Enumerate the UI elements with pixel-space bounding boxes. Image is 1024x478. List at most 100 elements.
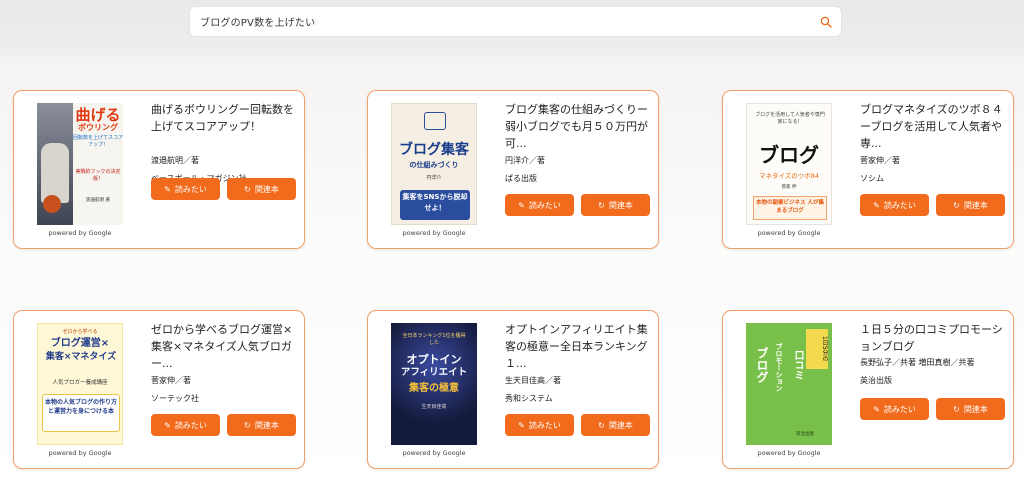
want-to-read-button[interactable]: ✎ 読みたい — [505, 194, 574, 216]
book-publisher: 秀和システム — [505, 394, 553, 403]
book-card: ブログを活用して人気者や専門家になる！ ブログ マネタイズのツボ84 菅家 伸 … — [722, 90, 1014, 249]
related-books-button[interactable]: ↻ 関連本 — [581, 194, 650, 216]
want-to-read-label: 読みたい — [528, 200, 561, 210]
search-input[interactable]: ブログのPV数を上げたい — [190, 7, 841, 36]
book-title[interactable]: オプトインアフィリエイト集客の極意ー全日本ランキング１... — [505, 321, 653, 373]
edit-icon: ✎ — [518, 200, 525, 210]
want-to-read-button[interactable]: ✎ 読みたい — [151, 414, 220, 436]
book-author: 円洋介／著 — [505, 156, 545, 165]
cover-author: 生天目佳高 — [421, 404, 447, 410]
want-to-read-label: 読みたい — [883, 200, 916, 210]
search-icon[interactable] — [811, 7, 841, 36]
book-author: 菅家伸／著 — [151, 376, 191, 385]
cover-headline: ボウリング — [78, 123, 118, 132]
refresh-icon: ↻ — [953, 404, 960, 414]
related-books-button[interactable]: ↻ 関連本 — [581, 414, 650, 436]
want-to-read-label: 読みたい — [883, 404, 916, 414]
cover-headline: の仕組みづくり — [409, 161, 459, 169]
edit-icon: ✎ — [518, 420, 525, 430]
want-to-read-label: 読みたい — [174, 420, 207, 430]
want-to-read-button[interactable]: ✎ 読みたい — [860, 398, 929, 420]
powered-by-google: powered by Google — [757, 229, 821, 237]
book-card: ゼロから学べる ブログ運営× 集客×マネタイズ 人気ブロガー養成講座 本物の人気… — [13, 310, 305, 469]
refresh-icon: ↻ — [598, 200, 605, 210]
cover-headline: アフィリエイト — [400, 367, 468, 378]
cover-headline: ブログ — [759, 143, 819, 167]
cover-subtitle: 人気ブロガー養成講座 — [52, 380, 108, 386]
cover-kicker: ゼロから学べる — [62, 329, 98, 335]
cover-headline: 集客×マネタイズ — [45, 352, 117, 362]
book-cover[interactable]: ブログを活用して人気者や専門家になる！ ブログ マネタイズのツボ84 菅家 伸 … — [745, 103, 833, 237]
related-books-label: 関連本 — [963, 200, 988, 210]
cover-subtitle: ブログを活用して人気者や専門家になる！ — [755, 112, 825, 125]
want-to-read-label: 読みたい — [528, 420, 561, 430]
book-publisher: ソシム — [860, 174, 884, 183]
book-publisher: 英治出版 — [860, 376, 892, 385]
cover-tagline: 本物の人気ブログの作り方と運営力を身につける本 — [44, 399, 117, 415]
cover-tagline: 本物の副業ビジネス 人が集まるブログ — [756, 200, 824, 214]
cover-author: 円洋介 — [426, 175, 442, 181]
want-to-read-button[interactable]: ✎ 読みたい — [860, 194, 929, 216]
book-title[interactable]: 曲げるボウリングー回転数を上げてスコアアップ！ — [151, 101, 299, 153]
edit-icon: ✎ — [164, 184, 171, 194]
book-card: 曲げる ボウリング 回転数を上げてスコアアップ！ 実戦的フックの決定版！ 渡邉航… — [13, 90, 305, 249]
cover-tagline: 実戦的フックの決定版！ — [75, 169, 121, 182]
refresh-icon: ↻ — [244, 420, 251, 430]
book-author: 生天目佳高／著 — [505, 376, 561, 385]
book-publisher: ソーテック社 — [151, 394, 199, 403]
cover-author: 渡邉航明 著 — [86, 198, 110, 203]
edit-icon: ✎ — [164, 420, 171, 430]
book-cover[interactable]: ブログ集客 の仕組みづくり 円洋介 集客をSNSから脱却せよ！ — [390, 103, 478, 237]
powered-by-google: powered by Google — [402, 449, 466, 457]
edit-icon: ✎ — [873, 200, 880, 210]
book-cover[interactable]: 曲げる ボウリング 回転数を上げてスコアアップ！ 実戦的フックの決定版！ 渡邉航… — [36, 103, 124, 237]
book-card: 1日5分の 口コミ プロモーション ブログ 英治出版 powered by Go… — [722, 310, 1014, 469]
book-cover[interactable]: ゼロから学べる ブログ運営× 集客×マネタイズ 人気ブロガー養成講座 本物の人気… — [36, 323, 124, 457]
related-books-label: 関連本 — [608, 420, 633, 430]
refresh-icon: ↻ — [598, 420, 605, 430]
related-books-button[interactable]: ↻ 関連本 — [936, 194, 1005, 216]
cover-tagline: 集客をSNSから脱却せよ！ — [402, 193, 468, 212]
book-title[interactable]: ブログマネタイズのツボ８４ーブログを活用して人気者や専... — [860, 101, 1008, 153]
book-cover[interactable]: 1日5分の 口コミ プロモーション ブログ 英治出版 — [745, 323, 833, 457]
cover-author: 菅家 伸 — [781, 185, 797, 190]
related-books-label: 関連本 — [608, 200, 633, 210]
powered-by-google: powered by Google — [48, 229, 112, 237]
book-title[interactable]: ブログ集客の仕組みづくりー弱小ブログでも月５０万円が可... — [505, 101, 653, 153]
book-author: 渡邉航明／著 — [151, 156, 199, 165]
book-title[interactable]: ゼロから学べるブログ運営×集客×マネタイズ人気ブロガー... — [151, 321, 299, 373]
powered-by-google: powered by Google — [48, 449, 112, 457]
related-books-button[interactable]: ↻ 関連本 — [227, 178, 296, 200]
book-author: 菅家伸／著 — [860, 156, 900, 165]
related-books-button[interactable]: ↻ 関連本 — [936, 398, 1005, 420]
cover-headline: オプトイン — [406, 353, 462, 366]
refresh-icon: ↻ — [953, 200, 960, 210]
related-books-label: 関連本 — [254, 184, 279, 194]
cover-headline: 曲げる — [75, 106, 121, 124]
cover-subtitle: ブログ — [755, 347, 769, 383]
want-to-read-button[interactable]: ✎ 読みたい — [505, 414, 574, 436]
book-cover[interactable]: 全日本ランキング1位を獲得した オプトイン アフィリエイト 集客の極意 生天目佳… — [390, 323, 478, 457]
want-to-read-button[interactable]: ✎ 読みたい — [151, 178, 220, 200]
cover-publisher: 英治出版 — [796, 432, 814, 437]
related-books-button[interactable]: ↻ 関連本 — [227, 414, 296, 436]
want-to-read-label: 読みたい — [174, 184, 207, 194]
cover-subtitle: 回転数を上げてスコアアップ！ — [73, 135, 123, 148]
cover-tagline: 1日5分の — [806, 329, 828, 369]
cover-tagline: 全日本ランキング1位を獲得した — [402, 333, 466, 346]
powered-by-google: powered by Google — [402, 229, 466, 237]
refresh-icon: ↻ — [244, 184, 251, 194]
related-books-label: 関連本 — [254, 420, 279, 430]
cover-headline: マネタイズのツボ84 — [758, 172, 820, 180]
book-title[interactable]: １日５分の口コミプロモーションブログ — [860, 321, 1008, 355]
cover-headline: ブログ運営× — [50, 338, 110, 349]
cover-headline: ブログ集客 — [399, 142, 469, 158]
book-author: 長野弘子／共著 増田真樹／共著 — [860, 358, 975, 367]
powered-by-google: powered by Google — [757, 449, 821, 457]
edit-icon: ✎ — [873, 404, 880, 414]
cover-subtitle: 集客の極意 — [409, 383, 459, 394]
book-card: 全日本ランキング1位を獲得した オプトイン アフィリエイト 集客の極意 生天目佳… — [367, 310, 659, 469]
search-query[interactable]: ブログのPV数を上げたい — [200, 14, 811, 29]
book-publisher: ぱる出版 — [505, 174, 537, 183]
related-books-label: 関連本 — [963, 404, 988, 414]
